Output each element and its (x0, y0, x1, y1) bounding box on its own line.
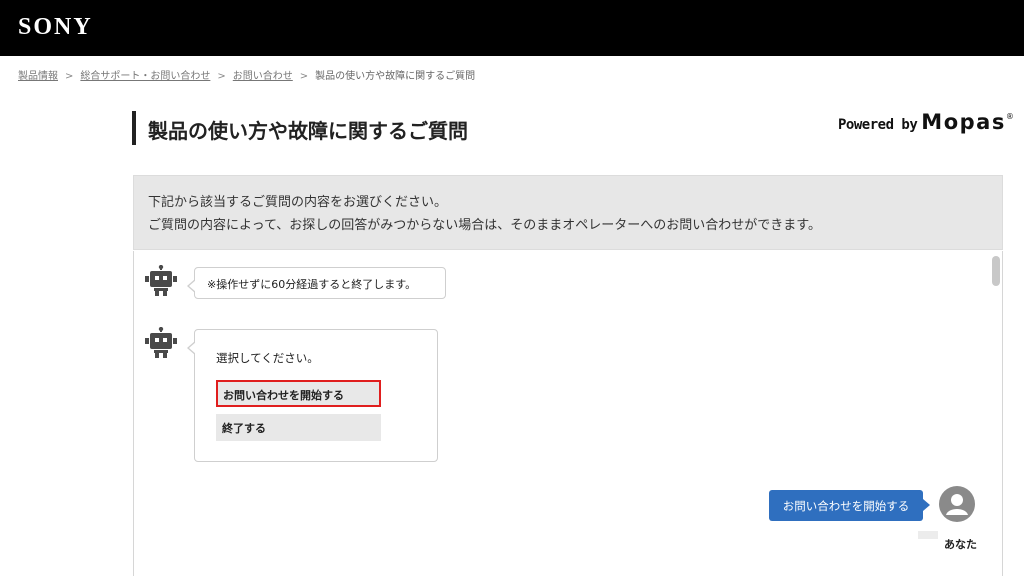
registered-mark: ® (1005, 112, 1014, 121)
option-end-button[interactable]: 終了する (216, 414, 381, 441)
robot-icon (145, 265, 177, 296)
sony-logo[interactable]: SONY (18, 14, 93, 41)
notice-line-1: 下記から該当するご質問の内容をお選びください。 (148, 195, 448, 210)
instruction-notice: 下記から該当するご質問の内容をお選びください。 ご質問の内容によって、お探しの回… (133, 175, 1003, 250)
breadcrumb-link-support[interactable]: 総合サポート・お問い合わせ (80, 71, 210, 82)
top-header: SONY (0, 0, 1024, 56)
user-name-label: あなた (944, 538, 977, 551)
bot-message-timeout: ※操作せずに60分経過すると終了します。 (187, 267, 446, 299)
breadcrumb: 製品情報 > 総合サポート・お問い合わせ > お問い合わせ > 製品の使い方や故障に関するご… (18, 67, 475, 82)
robot-icon (145, 327, 177, 358)
breadcrumb-link-products[interactable]: 製品情報 (18, 71, 58, 82)
user-message-bubble: お問い合わせを開始する (769, 490, 930, 521)
mopas-logo: Mopas (921, 110, 1006, 134)
powered-by-mopas: Powered by Mopas® (838, 110, 1014, 134)
user-avatar-icon (939, 486, 975, 522)
page-title: 製品の使い方や故障に関するご質問 (148, 119, 468, 143)
title-accent-bar (132, 111, 136, 145)
breadcrumb-separator: > (299, 71, 309, 82)
chat-scrollbar-thumb[interactable] (992, 256, 1000, 286)
message-timestamp-placeholder (918, 531, 938, 539)
breadcrumb-separator: > (65, 71, 74, 82)
bot-message-options: 選択してください。 お問い合わせを開始する 終了する (187, 329, 438, 462)
bot-message-text: ※操作せずに60分経過すると終了します。 (207, 278, 417, 291)
bot-prompt-text: 選択してください。 (216, 351, 319, 365)
breadcrumb-current: 製品の使い方や故障に関するご質問 (315, 71, 476, 82)
breadcrumb-link-contact[interactable]: お問い合わせ (233, 71, 293, 82)
powered-by-label: Powered by (838, 117, 918, 133)
notice-line-2: ご質問の内容によって、お探しの回答がみつからない場合は、そのままオペレーターへの… (148, 218, 822, 233)
breadcrumb-separator: > (217, 71, 226, 82)
option-start-inquiry-button[interactable]: お問い合わせを開始する (216, 380, 381, 407)
